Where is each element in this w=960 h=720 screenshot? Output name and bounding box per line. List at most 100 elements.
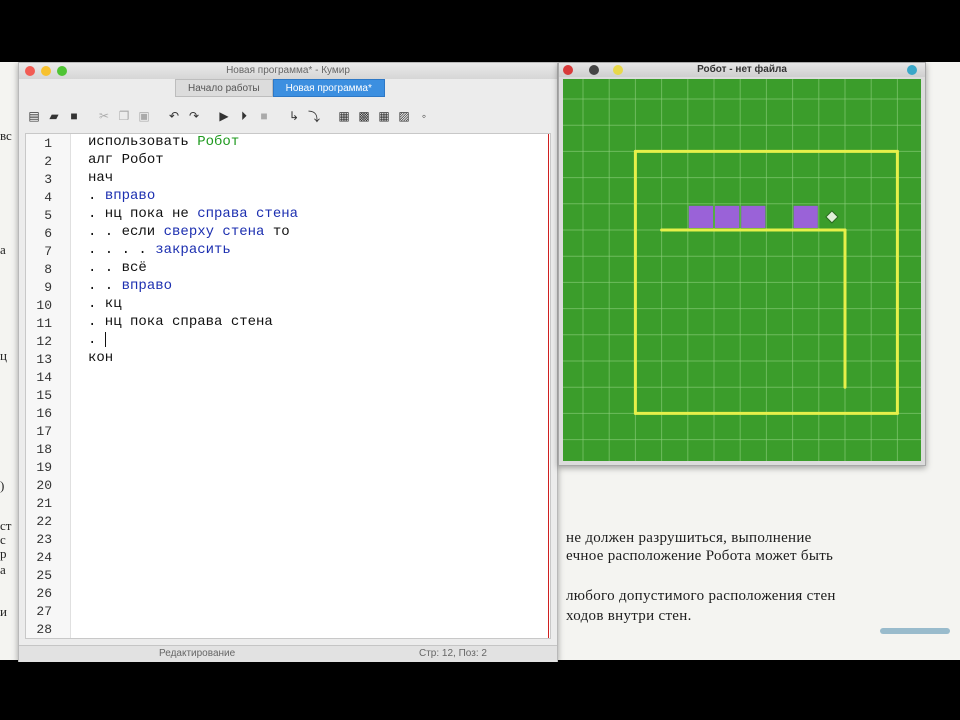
code-keyword: справа стена	[197, 206, 299, 222]
line-number: 22	[36, 514, 52, 529]
painted-cell	[793, 205, 818, 228]
code-line[interactable]: . . . . закрасить	[88, 242, 231, 258]
copy-icon[interactable]: ❐	[115, 107, 133, 125]
status-position: Стр: 12, Поз: 2	[419, 648, 487, 659]
robot-titlebar[interactable]: Робот - нет файла	[559, 63, 925, 77]
code-line[interactable]: . нц пока справа стена	[88, 314, 273, 330]
line-number: 6	[44, 226, 52, 241]
code-editor[interactable]: 1 2 3 4 5 6 7 8 9 10 11 12 13 14 15 16 17 18 19 20 21 22 23 24 2…	[25, 133, 551, 639]
more-icon[interactable]: ◦	[415, 107, 433, 125]
line-number: 9	[44, 280, 52, 295]
grid-icon[interactable]: ▦	[335, 107, 353, 125]
doc-fragment: р	[0, 546, 7, 561]
line-number: 7	[44, 244, 52, 259]
table-icon[interactable]: ▦	[375, 107, 393, 125]
line-number: 28	[36, 622, 52, 637]
image-icon[interactable]: ▨	[395, 107, 413, 125]
code-line[interactable]: .	[88, 332, 106, 348]
line-number: 26	[36, 586, 52, 601]
code-line[interactable]: кон	[88, 350, 113, 366]
line-number: 27	[36, 604, 52, 619]
line-number: 8	[44, 262, 52, 277]
step-over-icon[interactable]: ↳	[285, 107, 303, 125]
save-icon[interactable]: ■	[65, 107, 83, 125]
code-line[interactable]: алг Робот	[88, 152, 164, 168]
robot-resize-button[interactable]	[907, 65, 917, 75]
status-bar: Редактирование Стр: 12, Поз: 2	[19, 645, 557, 662]
code-keyword: вправо	[104, 188, 156, 204]
code-line[interactable]: . . вправо	[88, 278, 172, 294]
code-text: . .	[88, 278, 122, 294]
stop-icon[interactable]: ■	[255, 107, 273, 125]
painted-cell	[741, 205, 766, 228]
step-into-icon[interactable]: ⤵	[305, 107, 323, 125]
line-number: 18	[36, 442, 52, 457]
doc-fragment: а	[0, 242, 6, 257]
line-number: 16	[36, 406, 52, 421]
code-line[interactable]: . нц пока не справа стена	[88, 206, 298, 222]
code-text: то	[264, 224, 290, 240]
line-number-gutter: 1 2 3 4 5 6 7 8 9 10 11 12 13 14 15 16 17 18 19 20 21 22 23 24 2…	[26, 134, 71, 638]
redo-icon[interactable]: ↷	[185, 107, 203, 125]
code-line[interactable]: . . если сверху стена то	[88, 224, 290, 240]
code-line[interactable]: . кц	[88, 296, 122, 312]
run-step-icon[interactable]: ⏵	[235, 107, 253, 125]
open-folder-icon[interactable]: ▰	[45, 107, 63, 125]
code-text: . . если	[88, 224, 164, 240]
line-number: 15	[36, 388, 52, 403]
undo-icon[interactable]: ↶	[165, 107, 183, 125]
tab-new-program[interactable]: Новая программа*	[272, 79, 385, 97]
line-number: 23	[36, 532, 52, 547]
line-number: 4	[44, 190, 52, 205]
code-line[interactable]: . . всё	[88, 260, 147, 276]
line-number: 1	[44, 136, 52, 151]
code-line[interactable]: использовать Робот	[88, 134, 239, 150]
doc-scrollbar[interactable]	[880, 628, 950, 634]
line-number: 3	[44, 172, 52, 187]
line-number: 17	[36, 424, 52, 439]
line-number: 24	[36, 550, 52, 565]
text-cursor	[104, 332, 106, 347]
doc-line: любого допустимого расположения стен	[566, 588, 836, 604]
code-keyword: сверху стена	[163, 224, 265, 240]
robot-window: Робот - нет файла	[558, 62, 926, 466]
field-background	[563, 79, 921, 461]
editor-window: Новая программа* - Кумир Начало работы Н…	[18, 62, 558, 662]
doc-fragment: )	[0, 478, 5, 493]
line-number: 13	[36, 352, 52, 367]
code-text: . нц пока справа стена	[88, 314, 273, 330]
painted-cell	[688, 205, 713, 228]
code-line[interactable]: нач	[88, 170, 113, 186]
code-keyword: Робот	[197, 134, 240, 150]
paste-icon[interactable]: ▣	[135, 107, 153, 125]
doc-line: ечное расположение Робота может быть	[566, 548, 834, 564]
tab-start[interactable]: Начало работы	[175, 79, 273, 97]
robot-field-icon[interactable]: ▩	[355, 107, 373, 125]
cut-icon[interactable]: ✂	[95, 107, 113, 125]
doc-fragment: а	[0, 562, 6, 577]
code-text: . нц пока не	[88, 206, 198, 222]
line-number: 11	[36, 316, 52, 331]
code-text: алг	[88, 152, 122, 168]
code-text: кон	[88, 350, 114, 366]
line-number: 5	[44, 208, 52, 223]
margin-line	[548, 134, 549, 638]
editor-titlebar[interactable]: Новая программа* - Кумир	[19, 63, 557, 79]
run-icon[interactable]: ▶	[215, 107, 233, 125]
code-text: .	[88, 188, 105, 204]
code-text: . . . .	[88, 242, 156, 258]
status-mode: Редактирование	[159, 648, 236, 659]
robot-field-canvas	[563, 79, 921, 461]
line-number: 10	[36, 298, 52, 313]
robot-field[interactable]	[563, 79, 921, 461]
new-file-icon[interactable]: ▤	[25, 107, 43, 125]
line-number: 21	[36, 496, 52, 511]
code-text: Робот	[121, 152, 164, 168]
code-line[interactable]: . вправо	[88, 188, 155, 204]
line-number: 20	[36, 478, 52, 493]
doc-fragment: и	[0, 604, 7, 619]
code-text: . . всё	[88, 260, 147, 276]
doc-fragment: ц	[0, 348, 7, 363]
line-number: 12	[36, 334, 52, 349]
code-keyword: закрасить	[155, 242, 231, 258]
